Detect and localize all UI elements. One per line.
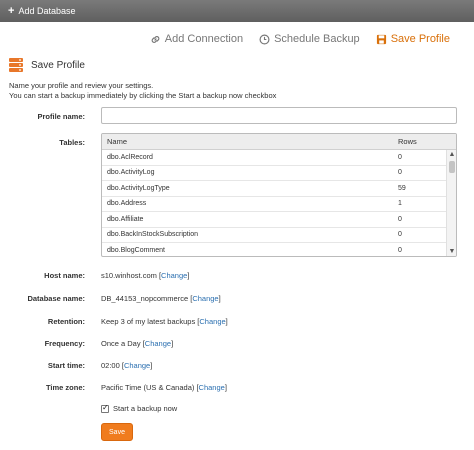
host-name-text: s10.winhost.com — [101, 271, 157, 280]
scroll-down-icon[interactable]: ▼ — [447, 247, 456, 256]
frequency-value: Once a Day [Change] — [101, 339, 174, 348]
change-start-time-link[interactable]: Change — [124, 361, 150, 370]
time-zone-label: Time zone: — [45, 383, 85, 392]
save-profile-label: Save Profile — [390, 33, 450, 45]
link-icon — [151, 35, 160, 43]
table-rows-cell: 0 — [398, 153, 402, 161]
table-name-cell: dbo.ActivityLog — [107, 169, 155, 177]
change-frequency-link[interactable]: Change — [145, 339, 171, 348]
table-row[interactable]: dbo.ActivityLogType 59 — [102, 181, 456, 197]
change-host-link[interactable]: Change — [161, 271, 187, 280]
start-backup-now-row[interactable]: Start a backup now — [101, 403, 177, 413]
description-line-1: Name your profile and review your settin… — [9, 81, 154, 90]
table-rows-cell: 59 — [398, 184, 406, 192]
tables-scrollbar[interactable]: ▲ ▼ — [446, 150, 456, 256]
retention-label: Retention: — [47, 317, 85, 326]
table-row[interactable]: dbo.AclRecord 0 — [102, 150, 456, 166]
profile-name-input[interactable] — [101, 107, 457, 124]
scroll-up-icon[interactable]: ▲ — [447, 150, 456, 159]
table-row[interactable]: dbo.BackInStockSubscription 0 — [102, 228, 456, 243]
tables-list[interactable]: Name Rows dbo.AclRecord 0 dbo.ActivityLog… — [101, 133, 457, 257]
start-backup-now-label[interactable]: Start a backup now — [113, 404, 177, 413]
tables-label: Tables: — [59, 138, 85, 147]
frequency-text: Once a Day — [101, 339, 141, 348]
wizard-nav: Add Connection Schedule Backup Save Prof… — [150, 33, 450, 45]
database-name-label: Database name: — [27, 294, 85, 303]
save-profile-link[interactable]: Save Profile — [376, 33, 450, 45]
start-time-label: Start time: — [47, 361, 85, 370]
change-retention-link[interactable]: Change — [199, 317, 225, 326]
time-zone-text: Pacific Time (US & Canada) — [101, 383, 195, 392]
table-name-cell: dbo.ActivityLogType — [107, 184, 170, 192]
schedule-backup-label: Schedule Backup — [274, 33, 360, 45]
section-header: Save Profile — [8, 57, 85, 73]
database-stack-icon — [9, 58, 23, 72]
table-row[interactable]: dbo.BlogComment 0 — [102, 243, 456, 256]
schedule-backup-link[interactable]: Schedule Backup — [259, 33, 360, 45]
database-name-value: DB_44153_nopcommerce [Change] — [101, 294, 221, 303]
table-rows-cell: 0 — [398, 246, 402, 254]
change-database-link[interactable]: Change — [192, 294, 218, 303]
save-icon — [376, 34, 386, 44]
table-rows-cell: 0 — [398, 169, 402, 177]
retention-text: Keep 3 of my latest backups — [101, 317, 196, 326]
table-name-cell: dbo.BlogComment — [107, 246, 165, 254]
column-header-rows: Rows — [398, 137, 417, 146]
column-header-name: Name — [107, 137, 128, 146]
clock-icon — [259, 34, 270, 44]
add-connection-link[interactable]: Add Connection — [150, 33, 243, 45]
time-zone-value: Pacific Time (US & Canada) [Change] — [101, 383, 227, 392]
scroll-thumb[interactable] — [449, 161, 455, 173]
table-name-cell: dbo.Address — [107, 200, 147, 208]
window-title: Add Database — [18, 6, 76, 16]
window-titlebar: + Add Database — [0, 0, 474, 22]
table-name-cell: dbo.AclRecord — [107, 153, 153, 161]
table-name-cell: dbo.BackInStockSubscription — [107, 231, 199, 239]
host-name-value: s10.winhost.com [Change] — [101, 271, 190, 280]
start-time-value: 02:00 [Change] — [101, 361, 153, 370]
save-button[interactable]: Save — [101, 423, 133, 441]
host-name-label: Host name: — [44, 271, 85, 280]
start-backup-now-checkbox[interactable] — [101, 403, 109, 413]
frequency-label: Frequency: — [44, 339, 85, 348]
plus-icon: + — [8, 4, 15, 17]
table-header: Name Rows — [102, 134, 456, 150]
add-connection-label: Add Connection — [164, 33, 244, 45]
database-name-text: DB_44153_nopcommerce — [101, 294, 189, 303]
profile-name-label: Profile name: — [37, 112, 85, 121]
table-row[interactable]: dbo.Affiliate 0 — [102, 212, 456, 228]
table-rows-cell: 1 — [398, 200, 402, 208]
change-time-zone-link[interactable]: Change — [199, 383, 225, 392]
table-name-cell: dbo.Affiliate — [107, 215, 144, 223]
section-title: Save Profile — [31, 59, 85, 71]
table-row[interactable]: dbo.ActivityLog 0 — [102, 166, 456, 181]
retention-value: Keep 3 of my latest backups [Change] — [101, 317, 228, 326]
table-rows-cell: 0 — [398, 215, 402, 223]
description-line-2: You can start a backup immediately by cl… — [9, 91, 277, 100]
description: Name your profile and review your settin… — [9, 81, 276, 101]
table-row[interactable]: dbo.Address 1 — [102, 197, 456, 212]
table-rows-cell: 0 — [398, 231, 402, 239]
start-time-text: 02:00 — [101, 361, 120, 370]
